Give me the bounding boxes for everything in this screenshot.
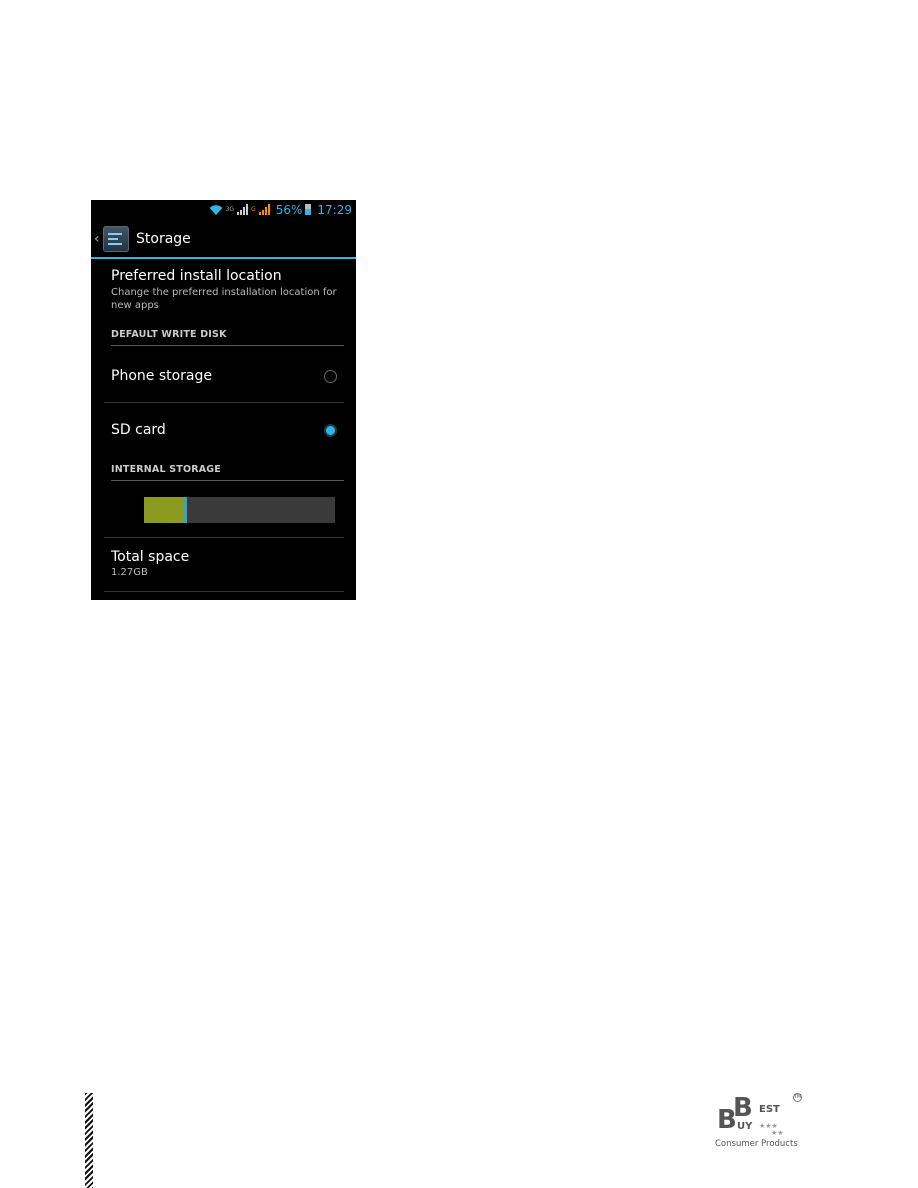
network-g-label: G	[251, 206, 256, 213]
option-sd-card[interactable]: SD card	[111, 404, 344, 456]
divider	[104, 591, 344, 592]
radio-button[interactable]	[324, 369, 337, 383]
divider	[104, 537, 344, 538]
signal-icon	[237, 204, 249, 215]
trademark-badge: TM	[793, 1093, 802, 1102]
divider	[104, 402, 344, 403]
battery-icon	[305, 204, 312, 215]
status-bar: 3G G 56% 17:29	[91, 200, 356, 219]
best-buy-logo: B B EST UY ★★★ ★★ TM Consumer Products	[715, 1093, 802, 1153]
preferred-install-summary: Change the preferred installation locati…	[111, 287, 337, 311]
action-bar: ‹ Storage	[91, 221, 356, 259]
section-header-default-write-disk: DEFAULT WRITE DISK	[111, 329, 344, 346]
signal-icon	[258, 204, 270, 215]
radio-button-selected[interactable]	[324, 423, 337, 437]
battery-percent: 56%	[275, 202, 303, 217]
logo-word-bottom: UY	[737, 1121, 753, 1132]
decorative-stripes	[85, 1093, 93, 1188]
section-header-internal-storage: INTERNAL STORAGE	[111, 464, 344, 481]
clock: 17:29	[317, 202, 352, 217]
storage-used-segment	[144, 497, 185, 523]
logo-letter: B	[733, 1093, 753, 1123]
chevron-left-icon[interactable]: ‹	[94, 231, 101, 247]
phone-screenshot: 3G G 56% 17:29 ‹ Storage Preferred insta…	[91, 200, 356, 600]
page-title: Storage	[136, 231, 191, 247]
total-space-value: 1.27GB	[111, 567, 148, 578]
logo-word-top: EST	[759, 1104, 780, 1115]
network-3g-label: 3G	[225, 206, 235, 213]
storage-other-segment	[184, 497, 187, 523]
total-space-item[interactable]: Total space 1.27GB	[111, 549, 189, 578]
total-space-title: Total space	[111, 549, 190, 565]
preferred-install-location-item[interactable]: Preferred install location Change the pr…	[111, 268, 341, 312]
option-label: SD card	[111, 422, 166, 438]
wifi-icon	[209, 204, 223, 215]
option-phone-storage[interactable]: Phone storage	[111, 350, 344, 402]
option-label: Phone storage	[111, 368, 213, 384]
star-icons: ★★	[771, 1129, 784, 1137]
storage-usage-bar	[144, 497, 335, 523]
settings-storage-icon[interactable]	[103, 226, 129, 252]
preferred-install-title: Preferred install location	[111, 268, 282, 284]
logo-tagline: Consumer Products	[715, 1139, 798, 1149]
